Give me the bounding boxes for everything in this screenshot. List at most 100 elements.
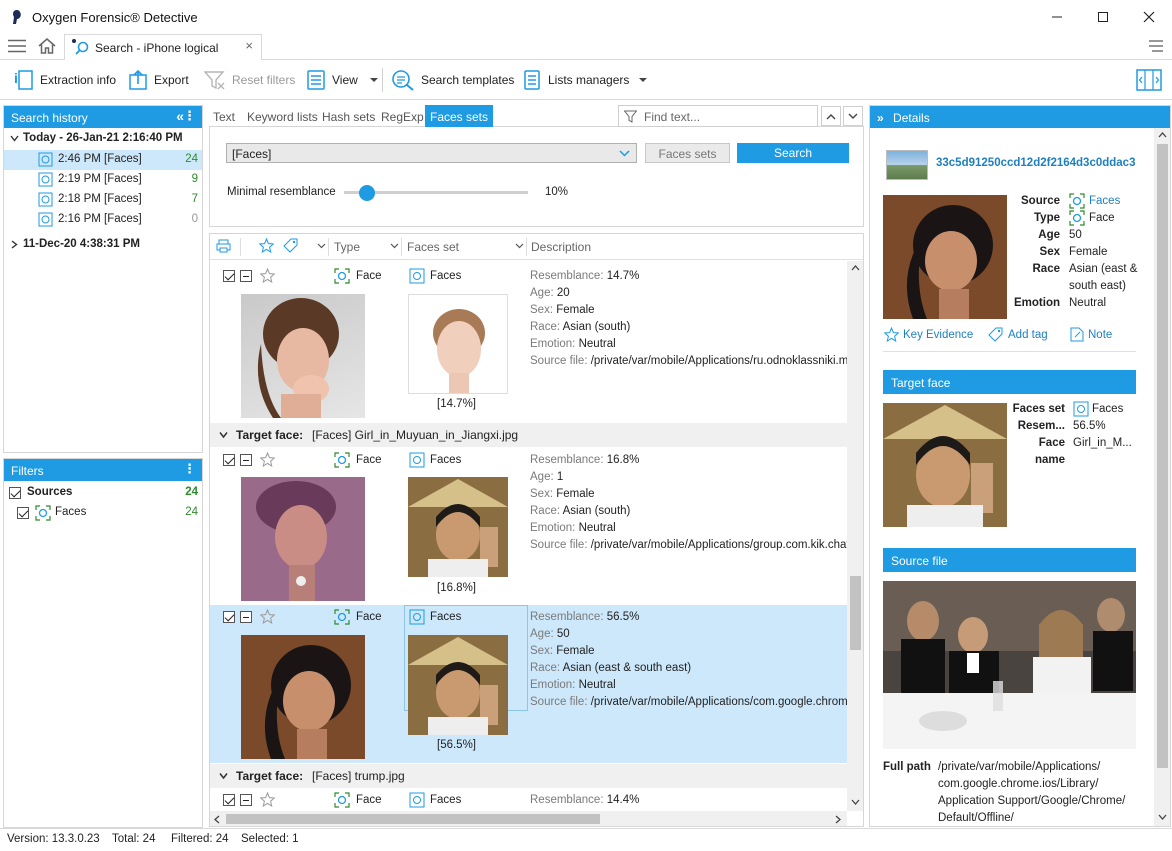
file-thumbnail[interactable] [886,150,928,180]
column-menu-chevron-icon[interactable] [317,243,326,249]
key-evidence-star-icon[interactable] [260,609,275,624]
row-select-checkbox[interactable] [223,611,235,623]
faces-sets-button[interactable]: Faces sets [645,143,730,163]
maximize-button[interactable] [1080,0,1126,34]
row-collapse-toggle[interactable] [240,611,252,623]
grid-horizontal-scrollbar[interactable] [210,811,847,826]
row-select-checkbox[interactable] [223,794,235,806]
find-previous-button[interactable] [821,106,841,126]
photo-thumbnail[interactable] [241,294,365,418]
scroll-down-icon[interactable] [1158,814,1167,820]
source-value[interactable]: Faces [1089,195,1120,207]
target-face-group[interactable]: Target face: [Faces] Girl_in_Muyuan_in_J… [210,423,847,447]
details-panel: » Details 33c5d91250ccd12d2f2164d3c0ddac… [869,105,1171,827]
expand-details-icon[interactable]: » [877,111,884,125]
face-photo[interactable] [883,195,1007,319]
faces-set-column-chevron-icon[interactable] [515,243,524,249]
resemblance-slider-thumb[interactable] [359,185,375,201]
history-item[interactable]: 2:18 PM [Faces] 7 [4,190,202,210]
horizontal-scroll-thumb[interactable] [226,814,600,824]
grid-vertical-scrollbar[interactable] [847,261,863,811]
scroll-up-icon[interactable] [1158,132,1167,138]
view-button[interactable]: View [306,68,378,92]
table-row[interactable]: Face Faces [14.7%] Resemblance: 14.7% Ag… [210,261,863,421]
tab-regexp[interactable]: RegExp [377,105,428,127]
scroll-right-icon[interactable] [835,815,841,824]
close-window-button[interactable] [1126,0,1172,34]
row-collapse-toggle[interactable] [240,794,252,806]
details-scroll-thumb[interactable] [1157,144,1168,768]
target-face-thumbnail[interactable] [408,635,508,735]
source-file-photo[interactable] [883,581,1136,749]
key-evidence-star-icon[interactable] [260,792,275,807]
minimize-button[interactable] [1034,0,1080,34]
print-icon[interactable] [216,239,231,253]
scroll-down-icon[interactable] [851,799,860,805]
details-vertical-scrollbar[interactable] [1154,128,1170,826]
tab-text[interactable]: Text [209,105,239,127]
filters-menu-icon[interactable]: ⋮ [183,461,196,477]
history-label: [Faces] [104,193,142,205]
note-button[interactable]: Note [1070,327,1112,342]
key-evidence-button[interactable]: Key Evidence [884,327,973,342]
export-button[interactable]: Export [128,68,189,92]
vertical-scroll-thumb[interactable] [850,576,861,650]
history-item[interactable]: 2:19 PM [Faces] 9 [4,170,202,190]
photo-thumbnail[interactable] [241,635,365,759]
search-button[interactable]: Search [737,143,849,163]
search-templates-button[interactable]: Search templates [391,68,514,92]
lists-managers-button[interactable]: Lists managers [522,68,648,92]
tab-hash-sets[interactable]: Hash sets [318,105,379,127]
faces-set-select[interactable]: [Faces] [226,143,637,163]
table-row-selected[interactable]: Face Faces [56.5%] Resemblance: 56.5% Ag… [210,605,863,763]
history-item[interactable]: 2:16 PM [Faces] 0 [4,210,202,230]
key-evidence-star-icon[interactable] [260,452,275,467]
photo-thumbnail[interactable] [241,477,365,601]
group-chevron-icon[interactable] [219,772,228,780]
file-hash-link[interactable]: 33c5d91250ccd12d2f2164d3c0ddac3 [936,157,1135,169]
table-row[interactable]: Face Faces Resemblance: 14.4% [210,789,847,811]
scroll-left-icon[interactable] [214,815,220,824]
extraction-info-button[interactable]: i Extraction info [14,68,116,92]
target-face-group[interactable]: Target face: [Faces] trump.jpg [210,764,847,788]
panel-menu-icon[interactable]: ⋮ [183,108,196,124]
options-menu-icon[interactable] [1149,40,1163,52]
tab-search-iphone-logical[interactable]: Search - iPhone logical × [64,34,262,61]
tab-faces-sets[interactable]: Faces sets [425,105,494,127]
type-column-chevron-icon[interactable] [390,243,399,249]
find-next-button[interactable] [843,106,863,126]
tab-keyword-lists[interactable]: Keyword lists [243,105,322,127]
row-select-checkbox[interactable] [223,454,235,466]
group-chevron-icon[interactable] [219,431,228,439]
key-evidence-star-icon[interactable] [260,268,275,283]
row-collapse-toggle[interactable] [240,270,252,282]
lists-managers-dropdown-icon[interactable] [639,77,648,83]
older-group-chevron-icon[interactable] [10,240,19,249]
target-face-thumbnail[interactable] [408,294,508,394]
today-group-chevron-icon[interactable] [10,134,19,143]
history-item[interactable]: 2:46 PM [Faces] 24 [4,150,202,170]
today-group-label[interactable]: Today - 26-Jan-21 2:16:40 PM [23,132,183,144]
reset-filters-button[interactable]: Reset filters [204,68,295,92]
target-face-photo[interactable] [883,403,1007,527]
column-description-header[interactable]: Description [531,240,591,254]
close-tab-icon[interactable]: × [245,38,253,53]
layout-toggle-icon[interactable] [1136,68,1162,92]
faces-filter-checkbox[interactable] [17,507,29,519]
home-icon[interactable] [37,37,57,55]
tag-column-icon[interactable] [283,238,299,253]
row-select-checkbox[interactable] [223,270,235,282]
hamburger-menu-icon[interactable] [8,39,26,53]
column-type-header[interactable]: Type [334,240,360,254]
row-collapse-toggle[interactable] [240,454,252,466]
star-column-icon[interactable] [259,238,274,253]
older-group-label[interactable]: 11-Dec-20 4:38:31 PM [23,238,140,250]
column-faces-set-header[interactable]: Faces set [407,240,459,254]
scroll-up-icon[interactable] [851,265,860,271]
view-dropdown-icon[interactable] [369,77,378,83]
sources-checkbox[interactable] [9,487,21,499]
table-row[interactable]: Face Faces [16.8%] Resemblance: 16.8% Ag… [210,447,859,603]
add-tag-button[interactable]: Add tag [988,327,1048,342]
target-face-thumbnail[interactable] [408,477,508,577]
find-text-input[interactable]: Find text... [618,105,818,127]
